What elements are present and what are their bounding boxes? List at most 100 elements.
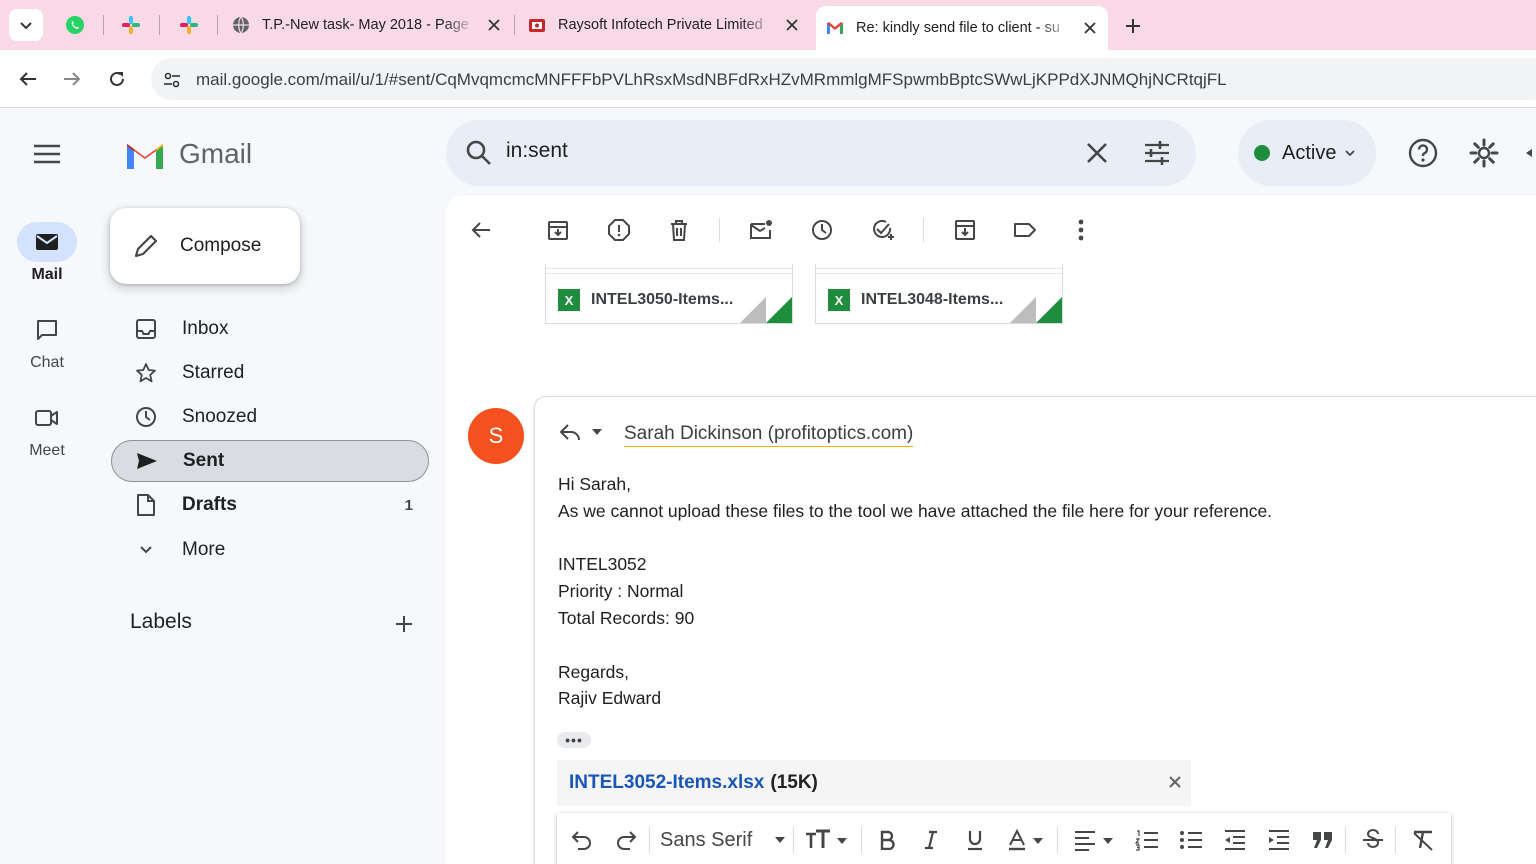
- numbered-list-button[interactable]: [1135, 827, 1159, 853]
- bulleted-list-button[interactable]: [1179, 827, 1203, 853]
- close-tab-icon[interactable]: [1082, 20, 1098, 36]
- avatar[interactable]: S: [468, 408, 524, 464]
- gmail-logo-icon: [127, 144, 163, 169]
- indent-more-button[interactable]: [1267, 827, 1291, 853]
- archive-button[interactable]: [545, 217, 571, 243]
- search-query[interactable]: in:sent: [506, 139, 568, 163]
- help-button[interactable]: [1407, 137, 1439, 169]
- tab-search-button[interactable]: [9, 9, 43, 41]
- back-to-sent-button[interactable]: [468, 217, 494, 243]
- attached-file[interactable]: INTEL3052-Items.xlsx (15K): [557, 760, 1191, 806]
- nav-item-more[interactable]: More: [111, 529, 429, 571]
- remove-formatting-icon: [1413, 830, 1433, 851]
- strikethrough-button[interactable]: [1361, 827, 1385, 853]
- gear-icon: [1469, 138, 1499, 168]
- recipient-chip[interactable]: Sarah Dickinson (profitoptics.com): [624, 423, 914, 447]
- align-button[interactable]: [1073, 827, 1117, 853]
- tab-tp-new-task[interactable]: T.P.-New task- May 2018 - Page: [222, 8, 512, 42]
- chevron-down-icon: [20, 22, 32, 30]
- close-tab-icon[interactable]: [784, 17, 800, 33]
- search-icon[interactable]: [464, 138, 494, 168]
- rail-item-mail[interactable]: Mail: [0, 222, 94, 284]
- draft-icon: [133, 492, 159, 518]
- indent-less-button[interactable]: [1223, 827, 1247, 853]
- nav-item-sent[interactable]: Sent: [111, 440, 429, 482]
- undo-button[interactable]: [569, 827, 595, 853]
- tab-gmail-active[interactable]: Re: kindly send file to client - su: [816, 6, 1108, 50]
- alert-icon: [608, 219, 630, 241]
- send-icon: [134, 448, 160, 474]
- nav-label: Drafts: [182, 494, 237, 515]
- status-selector[interactable]: Active: [1238, 120, 1376, 186]
- attached-file-name[interactable]: INTEL3052-Items.xlsx: [569, 772, 764, 794]
- attachment-card[interactable]: X INTEL3048-Items...: [815, 264, 1063, 324]
- rail-item-meet[interactable]: Meet: [0, 398, 94, 460]
- nav-label: Starred: [182, 362, 245, 383]
- compose-button[interactable]: Compose: [110, 208, 300, 284]
- show-trimmed-content-button[interactable]: •••: [557, 732, 591, 748]
- attachment-card[interactable]: X INTEL3050-Items...: [545, 264, 793, 324]
- rail-item-chat[interactable]: Chat: [0, 310, 94, 372]
- close-tab-icon[interactable]: [486, 17, 502, 33]
- bold-button[interactable]: [875, 827, 899, 853]
- arrow-left-icon: [19, 72, 36, 86]
- pinned-tab-slack-1[interactable]: [118, 12, 144, 38]
- mail-nav-panel: Gmail Compose Inbox Starred Snoozed Sent…: [94, 108, 446, 864]
- sidepanel-toggle[interactable]: [1522, 137, 1536, 169]
- new-tab-button[interactable]: [1120, 13, 1146, 39]
- forward-button[interactable]: [59, 66, 85, 92]
- globe-icon: [232, 16, 250, 34]
- create-label-button[interactable]: [392, 612, 416, 636]
- labels-button[interactable]: [1012, 217, 1038, 243]
- arrow-left-icon: [471, 222, 490, 238]
- browser-toolbar: mail.google.com/mail/u/1/#sent/CqMvqmcmc…: [0, 50, 1536, 108]
- help-icon: [1408, 138, 1438, 168]
- chevron-down-icon[interactable]: [591, 427, 603, 437]
- gmail-logo[interactable]: Gmail: [124, 138, 252, 170]
- remove-attachment-icon[interactable]: [1167, 774, 1183, 790]
- search-bar[interactable]: in:sent: [446, 120, 1196, 186]
- redo-button[interactable]: [613, 827, 639, 853]
- search-options-icon[interactable]: [1142, 138, 1172, 168]
- app-rail: Mail Chat Meet: [0, 108, 94, 864]
- add-to-tasks-button[interactable]: [870, 217, 896, 243]
- reload-button[interactable]: [104, 66, 130, 92]
- nav-item-snoozed[interactable]: Snoozed: [111, 396, 429, 438]
- font-family-label: Sans Serif: [660, 828, 753, 851]
- underline-button[interactable]: [963, 827, 987, 853]
- report-spam-button[interactable]: [606, 217, 632, 243]
- address-bar[interactable]: mail.google.com/mail/u/1/#sent/CqMvqmcmc…: [151, 58, 1536, 100]
- nav-item-starred[interactable]: Starred: [111, 352, 429, 394]
- delete-button[interactable]: [666, 217, 692, 243]
- body-line: INTEL3052: [558, 554, 647, 575]
- pinned-tab-whatsapp[interactable]: [62, 12, 88, 38]
- font-family-select[interactable]: Sans Serif: [660, 827, 790, 853]
- more-actions-button[interactable]: [1068, 217, 1094, 243]
- reply-type-button[interactable]: [559, 422, 581, 442]
- hamburger-menu-icon: [34, 144, 60, 164]
- snooze-button[interactable]: [809, 217, 835, 243]
- excel-icon: X: [828, 289, 850, 311]
- site-info-icon[interactable]: [161, 69, 183, 91]
- italic-button[interactable]: [919, 827, 943, 853]
- mark-unread-button[interactable]: [748, 217, 774, 243]
- tab-raysoft[interactable]: Raysoft Infotech Private Limited: [518, 8, 810, 42]
- rail-label: Meet: [29, 442, 65, 459]
- clear-search-icon[interactable]: [1082, 138, 1112, 168]
- move-to-button[interactable]: [952, 217, 978, 243]
- reload-icon: [110, 71, 124, 86]
- pinned-tab-slack-2[interactable]: [176, 12, 202, 38]
- quote-button[interactable]: [1311, 827, 1335, 853]
- chat-icon: [17, 310, 77, 350]
- message-body[interactable]: Hi Sarah, As we cannot upload these file…: [558, 471, 1272, 712]
- excel-icon: X: [558, 289, 580, 311]
- nav-item-drafts[interactable]: Drafts 1: [111, 484, 429, 526]
- text-color-button[interactable]: [1007, 827, 1047, 853]
- back-button[interactable]: [15, 66, 41, 92]
- font-size-button[interactable]: [804, 827, 850, 853]
- nav-item-inbox[interactable]: Inbox: [111, 308, 429, 350]
- settings-button[interactable]: [1468, 137, 1500, 169]
- inbox-icon: [133, 316, 159, 342]
- remove-formatting-button[interactable]: [1411, 827, 1435, 853]
- main-menu-button[interactable]: [33, 142, 61, 166]
